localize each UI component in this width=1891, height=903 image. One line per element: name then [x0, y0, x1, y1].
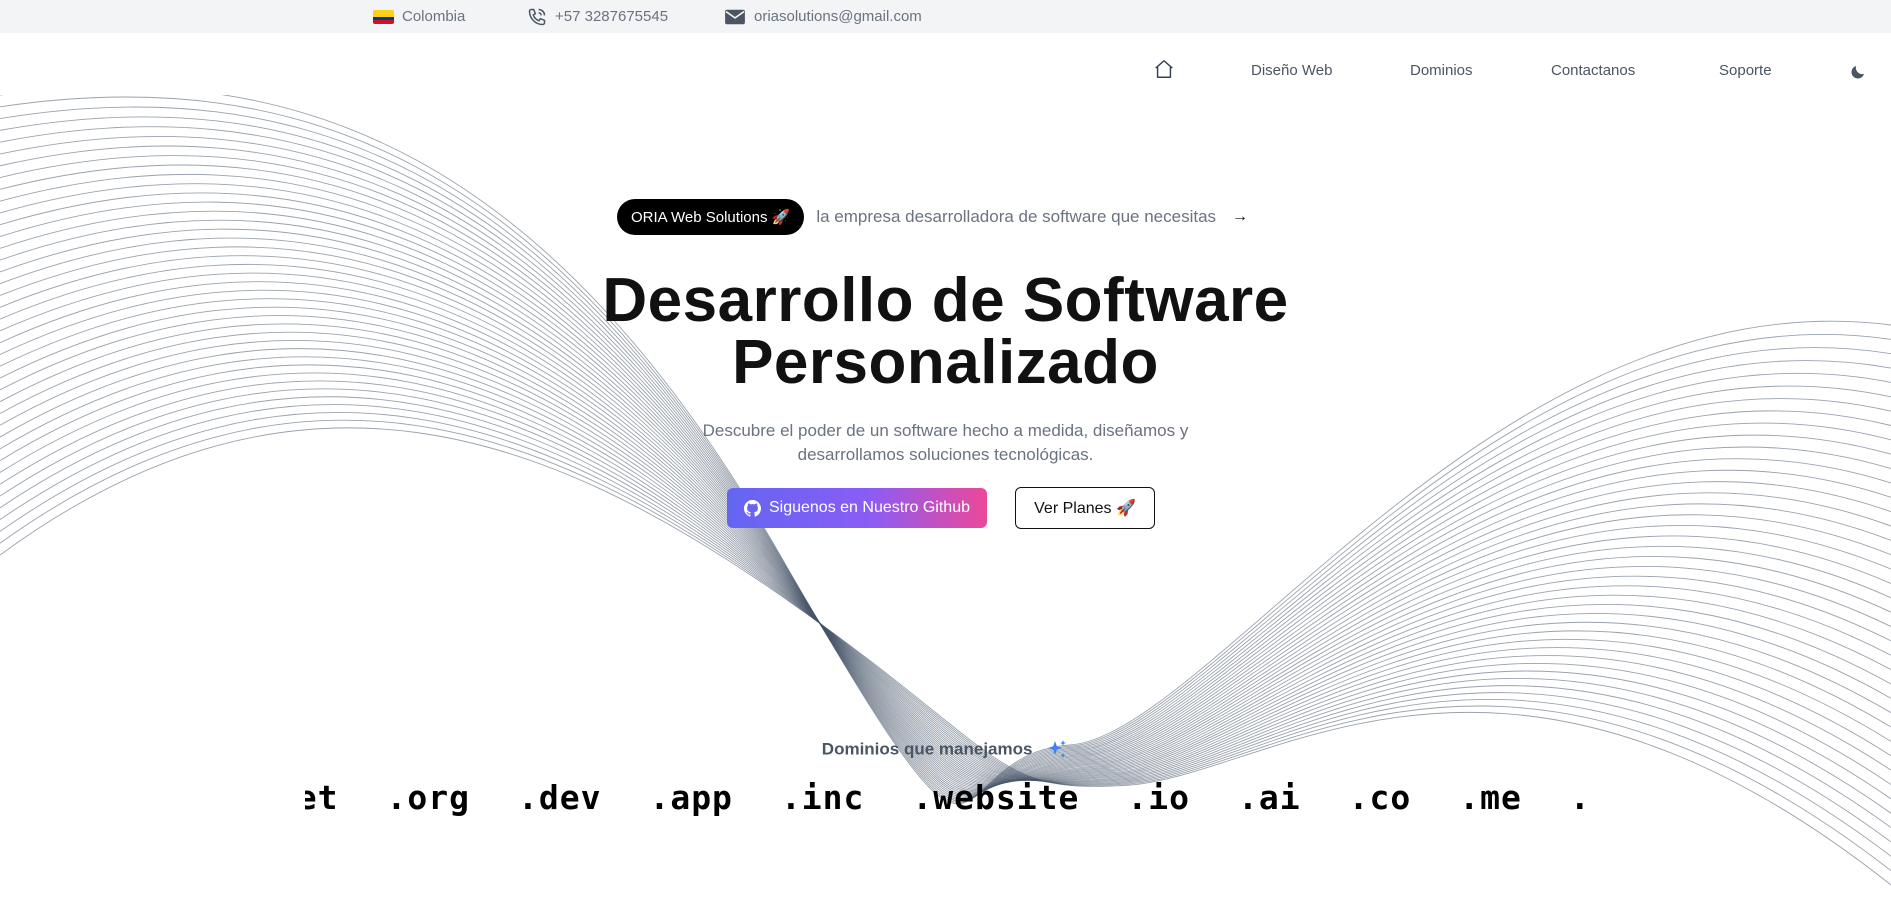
domains-track: .net .org .dev .app .inc .website .io .ai .co .me… — [305, 776, 1585, 820]
wave-line — [0, 340, 1891, 781]
nav-item-dominios[interactable]: Dominios — [1410, 62, 1473, 79]
hero-description-line-1: Descubre el poder de un software hecho a… — [702, 421, 1189, 440]
domain-extension: .io — [1127, 778, 1190, 817]
dark-mode-moon-icon[interactable] — [1849, 63, 1867, 81]
country-label: Colombia — [402, 8, 466, 25]
hero-title-line-2: Personalizado — [732, 328, 1159, 397]
phone-icon — [528, 8, 546, 25]
domain-extension: .dev — [517, 778, 602, 817]
main-nav: Diseño Web Dominios Contactanos Soporte — [0, 56, 1891, 86]
home-icon[interactable] — [1153, 58, 1175, 80]
sparkles-icon — [1048, 740, 1067, 758]
domain-extension: .org — [386, 778, 470, 817]
wave-line — [0, 164, 1891, 795]
domain-extension: .co — [1348, 778, 1412, 817]
github-icon — [743, 499, 761, 517]
tagline: la empresa desarrolladora de software qu… — [816, 207, 1217, 226]
wave-line — [0, 331, 1891, 781]
country-info: Colombia — [373, 0, 465, 33]
view-plans-label: Ver Planes 🚀 — [1034, 500, 1136, 517]
phone-label: +57 3287675545 — [555, 8, 669, 25]
domain-extension: .com — [1570, 776, 1585, 820]
domain-extension: .ai — [1237, 778, 1301, 817]
view-plans-button[interactable]: Ver Planes 🚀 — [1015, 487, 1155, 529]
announcement-row[interactable]: ORIA Web Solutions 🚀 la empresa desarrol… — [617, 199, 1248, 235]
email-label: oriasolutions@gmail.com — [754, 8, 922, 25]
phone-info[interactable]: +57 3287675545 — [527, 0, 668, 33]
domains-marquee: .net .org .dev .app .inc .website .io .ai .co .me… — [305, 776, 1585, 820]
domains-title-label: Dominios que manejamos — [821, 739, 1033, 759]
top-info-bar: Colombia +57 3287675545 oriasolutions@gm… — [0, 0, 1891, 33]
github-button[interactable]: Siguenos en Nuestro Github — [727, 488, 987, 528]
hero-description: Descubre el poder de un software hecho a… — [0, 419, 1891, 467]
mail-icon — [725, 9, 745, 24]
hero-title-line-1: Desarrollo de Software — [602, 266, 1289, 335]
hero-description-line-2: desarrollamos soluciones tecnológicas. — [797, 445, 1094, 464]
brand-pill[interactable]: ORIA Web Solutions 🚀 — [617, 199, 805, 235]
domain-extension: .net — [305, 778, 339, 817]
nav-item-soporte[interactable]: Soporte — [1719, 62, 1772, 79]
domain-extension: .app — [649, 778, 733, 817]
arrow-right-icon: → — [1232, 208, 1249, 225]
nav-item-contactanos[interactable]: Contactanos — [1551, 62, 1635, 79]
github-button-label: Siguenos en Nuestro Github — [768, 499, 970, 516]
nav-item-diseno-web[interactable]: Diseño Web — [1251, 62, 1332, 79]
colombia-flag-icon — [373, 9, 394, 24]
wave-line — [0, 145, 1891, 797]
domain-extension: .inc — [780, 778, 865, 817]
domain-extension: .website — [912, 778, 1080, 817]
wave-line — [0, 348, 1891, 781]
domains-section-title: Dominios que manejamos — [0, 738, 1891, 762]
email-info[interactable]: oriasolutions@gmail.com — [724, 0, 922, 33]
domain-extension: .me — [1459, 778, 1522, 817]
hero-title: Desarrollo de Software Personalizado — [0, 270, 1891, 394]
